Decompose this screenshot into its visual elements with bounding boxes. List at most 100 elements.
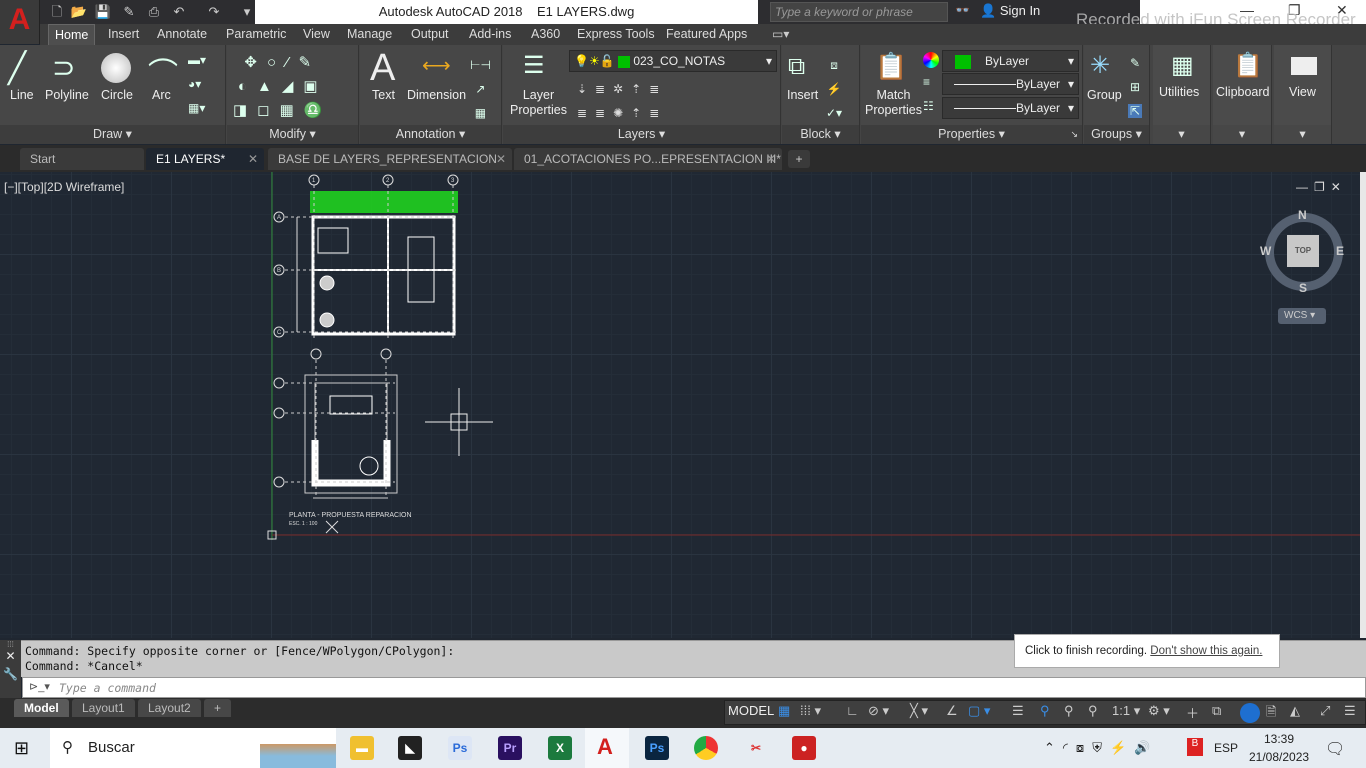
- layers-panel-label[interactable]: Layers: [618, 127, 656, 141]
- view-label[interactable]: View: [1289, 85, 1316, 100]
- group-tools-icons[interactable]: ✎ ⊞ ⇱: [1128, 51, 1143, 123]
- isodraft-icon[interactable]: ╳ ▾: [910, 703, 928, 719]
- customization-menu-icon[interactable]: ☰: [1344, 703, 1356, 719]
- tab-annotate[interactable]: Annotate: [151, 24, 213, 45]
- layer-dropdown[interactable]: 💡☀🔓 023_CO_NOTAS ▾: [569, 50, 777, 72]
- file-tab-base-de-layers[interactable]: BASE DE LAYERS_REPRESENTACION III*✕: [268, 148, 512, 188]
- tab-express-tools[interactable]: Express Tools: [571, 24, 661, 45]
- file-tab-acotaciones[interactable]: 01_ACOTACIONES PO...EPRESENTACION III* ✕: [514, 148, 782, 170]
- close-tab-icon[interactable]: ✕: [766, 148, 776, 170]
- units-icon[interactable]: ⧉: [1212, 703, 1221, 719]
- excel-icon[interactable]: X: [548, 736, 572, 760]
- customize-qat-icon[interactable]: ▾: [238, 3, 256, 21]
- clock-date[interactable]: 21/08/2023: [1249, 750, 1309, 764]
- save-icon[interactable]: 💾: [94, 3, 112, 21]
- open-icon[interactable]: 📂: [70, 3, 88, 21]
- insert-button[interactable]: Insert: [787, 88, 818, 103]
- file-explorer-icon[interactable]: ▬: [350, 736, 374, 760]
- close-command-line-icon[interactable]: ✕: [0, 649, 21, 663]
- ortho-icon[interactable]: ∟: [846, 703, 859, 718]
- search-input[interactable]: Type a keyword or phrase: [770, 2, 948, 22]
- block-panel-label[interactable]: Block: [800, 127, 831, 141]
- binoculars-icon[interactable]: 👓: [955, 3, 970, 17]
- tab-parametric[interactable]: Parametric: [220, 24, 292, 45]
- auto-scale-icon[interactable]: ⚲: [1064, 703, 1074, 719]
- rectangle-icon[interactable]: ▬▾: [188, 53, 206, 67]
- clipboard-label[interactable]: Clipboard: [1216, 85, 1270, 100]
- add-layout-button[interactable]: +: [204, 699, 232, 717]
- circle-button[interactable]: Circle: [101, 88, 133, 103]
- lineweight-toggle-icon[interactable]: ☰: [1012, 703, 1024, 719]
- close-tab-icon[interactable]: ✕: [496, 148, 506, 170]
- file-tab-e1-layers[interactable]: E1 LAYERS* ✕: [146, 148, 264, 170]
- windows-start-icon[interactable]: ⊞: [14, 738, 29, 759]
- notifications-icon[interactable]: 🗨: [1325, 739, 1345, 759]
- line-button[interactable]: Line: [10, 88, 34, 103]
- grip-icon[interactable]: ⁞⁞⁞: [0, 640, 21, 649]
- object-snap-icon[interactable]: ▢ ▾: [968, 703, 990, 719]
- viewcube-top-face[interactable]: TOP: [1287, 235, 1319, 267]
- annotation-monitor-icon[interactable]: ＋: [1186, 703, 1199, 722]
- linetype-dropdown[interactable]: ByLayer ▾: [942, 97, 1079, 119]
- model-space-button[interactable]: MODEL: [728, 703, 774, 718]
- tab-home[interactable]: Home: [48, 24, 96, 45]
- hardware-acceleration-icon[interactable]: 🗎: [1266, 703, 1276, 725]
- premiere-icon[interactable]: Pr: [498, 736, 522, 760]
- block-tools-icons[interactable]: ⧈ ⚡ ✓▾: [826, 53, 842, 125]
- tab-insert[interactable]: Insert: [102, 24, 145, 45]
- recording-toast[interactable]: Click to finish recording. Don't show th…: [1014, 634, 1280, 668]
- redo-icon[interactable]: ↷: [205, 3, 223, 21]
- utilities-panel[interactable]: ▦ Utilities ▾: [1153, 45, 1211, 144]
- system-tray-icons[interactable]: ⌃◜⧇⛨⚡🔊: [1044, 740, 1158, 756]
- arc-button[interactable]: Arc: [152, 88, 171, 103]
- annotation-panel-label[interactable]: Annotation: [396, 127, 456, 141]
- tab-a360[interactable]: A360: [525, 24, 566, 45]
- annotation-scale-icon[interactable]: ⚲: [1088, 703, 1098, 719]
- command-prompt-icon[interactable]: ⊳_▾: [29, 680, 50, 693]
- close-tab-icon[interactable]: ✕: [248, 148, 258, 170]
- save-as-icon[interactable]: ✎: [120, 3, 138, 21]
- properties-panel-label[interactable]: Properties: [938, 127, 995, 141]
- hatch-icon[interactable]: ◕▾: [188, 77, 201, 91]
- compass-west[interactable]: W: [1260, 244, 1271, 258]
- modify-panel-label[interactable]: Modify: [269, 127, 306, 141]
- layer-properties-button[interactable]: Layer Properties: [510, 88, 567, 118]
- photoshop-2-icon[interactable]: Ps: [645, 736, 669, 760]
- annotation-scale-dropdown[interactable]: 1:1 ▾: [1112, 703, 1140, 719]
- photoshop-icon[interactable]: Ps: [448, 736, 472, 760]
- tray-app-icon[interactable]: B: [1187, 738, 1203, 756]
- draw-panel-label[interactable]: Draw: [93, 127, 122, 141]
- polar-icon[interactable]: ⊘ ▾: [868, 703, 889, 719]
- plot-icon[interactable]: ⎙: [145, 3, 163, 21]
- compass-north[interactable]: N: [1298, 208, 1307, 222]
- autocad-taskbar-item[interactable]: A: [585, 728, 629, 768]
- dimension-button[interactable]: Dimension: [407, 88, 466, 103]
- tab-layout2[interactable]: Layout2: [138, 699, 201, 717]
- workspace-gear-icon[interactable]: ⚙ ▾: [1148, 703, 1170, 719]
- dont-show-again-link[interactable]: Don't show this again.: [1150, 645, 1262, 657]
- tab-output[interactable]: Output: [405, 24, 455, 45]
- application-menu-button[interactable]: A: [0, 0, 40, 44]
- new-tab-button[interactable]: +: [788, 150, 810, 168]
- rhino-icon[interactable]: ◣: [398, 736, 422, 760]
- tab-model[interactable]: Model: [14, 699, 69, 717]
- compass-south[interactable]: S: [1299, 281, 1307, 295]
- object-snap-tracking-icon[interactable]: ∠: [946, 703, 958, 719]
- view-panel[interactable]: View ▾: [1274, 45, 1332, 144]
- snap-icon[interactable]: ⁞⁞⁞ ▾: [800, 703, 821, 719]
- command-input[interactable]: ⊳_▾ Type a command: [22, 677, 1366, 698]
- customize-wrench-icon[interactable]: 🔧: [0, 667, 21, 681]
- sign-in-button[interactable]: 👤 Sign In: [980, 3, 1040, 19]
- lineweight-dropdown[interactable]: ByLayer ▾: [942, 73, 1079, 95]
- screen-recorder-icon[interactable]: ●: [792, 736, 816, 760]
- clipboard-panel[interactable]: 📋 Clipboard ▾: [1213, 45, 1272, 144]
- language-indicator[interactable]: ESP: [1214, 741, 1238, 755]
- match-properties-button[interactable]: Match Properties: [865, 88, 922, 118]
- grid-icon[interactable]: ▦: [778, 703, 790, 719]
- ribbon-minimize-icon[interactable]: ▭▾: [772, 27, 789, 41]
- chrome-icon[interactable]: [694, 736, 718, 760]
- snipping-tool-icon[interactable]: ✂: [744, 736, 768, 760]
- modify-tools-icons[interactable]: ✥○⁄✎ ◐▲◢▣ ◨◻▦♎: [233, 51, 332, 123]
- undo-icon[interactable]: ↶: [170, 3, 188, 21]
- isolate-objects-icon[interactable]: [1240, 703, 1260, 723]
